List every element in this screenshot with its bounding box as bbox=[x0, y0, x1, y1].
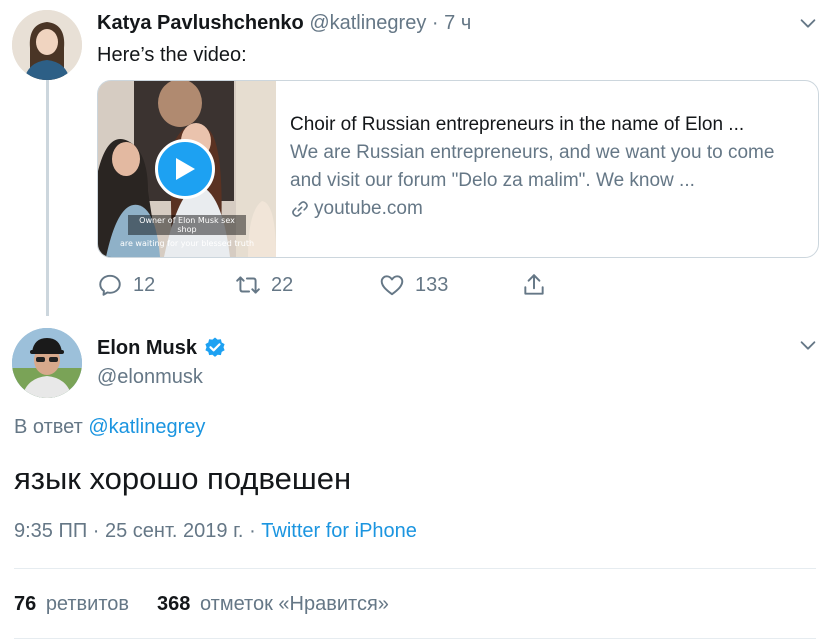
avatar[interactable] bbox=[12, 10, 82, 80]
like-count: 133 bbox=[415, 273, 449, 296]
tweet-source[interactable]: Twitter for iPhone bbox=[261, 520, 417, 542]
share-button[interactable] bbox=[521, 272, 547, 298]
card-description: We are Russian entrepreneurs, and we wan… bbox=[290, 142, 775, 191]
thumbnail-caption: Owner of Elon Musk sex shop bbox=[128, 215, 246, 235]
reply-button[interactable]: 12 bbox=[97, 272, 235, 298]
retweets-count: 76 bbox=[14, 593, 37, 615]
reply-count: 12 bbox=[133, 273, 156, 296]
verified-badge-icon bbox=[205, 337, 225, 357]
thread-connector bbox=[46, 80, 49, 316]
reply-context: В ответ @katlinegrey bbox=[14, 414, 205, 440]
chevron-down-icon[interactable] bbox=[797, 12, 819, 34]
tweet-author: Elon Musk bbox=[97, 335, 227, 361]
author-name[interactable]: Katya Pavlushchenko bbox=[97, 12, 304, 34]
reply-icon bbox=[99, 274, 121, 296]
retweet-count: 22 bbox=[271, 273, 294, 296]
retweets-label: ретвитов bbox=[45, 593, 130, 615]
tweet-meta: 9:35 ПП · 25 сент. 2019 г. · Twitter for… bbox=[14, 518, 417, 544]
like-button[interactable]: 133 bbox=[379, 272, 521, 298]
reply-to-handle[interactable]: @katlinegrey bbox=[88, 416, 205, 438]
play-icon bbox=[176, 158, 195, 180]
likes-stat[interactable]: 368 отметок «Нравится» bbox=[157, 591, 389, 617]
video-thumbnail[interactable]: Owner of Elon Musk sex shop are waiting … bbox=[98, 81, 276, 257]
retweet-button[interactable]: 22 bbox=[235, 272, 379, 298]
likes-label: отметок «Нравится» bbox=[199, 593, 389, 615]
card-domain-text: youtube.com bbox=[314, 198, 423, 219]
play-button[interactable] bbox=[155, 139, 215, 199]
reply-prefix: В ответ bbox=[14, 416, 83, 438]
author-handle[interactable]: @katlinegrey bbox=[309, 12, 426, 34]
author-handle[interactable]: @elonmusk bbox=[97, 364, 203, 390]
tweet-actions: 12 22 133 bbox=[97, 272, 547, 298]
avatar[interactable] bbox=[12, 328, 82, 398]
header-separator: · bbox=[431, 12, 439, 34]
retweet-icon bbox=[236, 276, 260, 294]
likes-count: 368 bbox=[157, 593, 191, 615]
link-card[interactable]: Owner of Elon Musk sex shop are waiting … bbox=[97, 80, 819, 258]
author-name[interactable]: Elon Musk bbox=[97, 335, 197, 361]
share-icon bbox=[524, 274, 544, 295]
tweet-text: Here’s the video: bbox=[97, 44, 247, 66]
tweet-text: язык хорошо подвешен bbox=[14, 461, 352, 496]
thumbnail-subtitle: are waiting for your blessed truth bbox=[119, 239, 255, 248]
card-domain: youtube.com bbox=[290, 195, 802, 223]
card-body[interactable]: Choir of Russian entrepreneurs in the na… bbox=[276, 81, 818, 257]
card-title: Choir of Russian entrepreneurs in the na… bbox=[290, 114, 745, 135]
divider bbox=[14, 568, 816, 569]
divider bbox=[14, 638, 816, 639]
link-icon bbox=[292, 201, 308, 217]
tweet-time[interactable]: 7 ч bbox=[444, 12, 471, 34]
chevron-down-icon[interactable] bbox=[797, 334, 819, 356]
avatar-elon-image bbox=[12, 328, 82, 398]
tweet-stats: 76 ретвитов 368 отметок «Нравится» bbox=[14, 591, 389, 617]
meta-separator: · bbox=[249, 520, 256, 542]
avatar-katya-image bbox=[12, 10, 82, 80]
tweet-timestamp[interactable]: 9:35 ПП · 25 сент. 2019 г. bbox=[14, 520, 244, 542]
tweet-header: Katya Pavlushchenko @katlinegrey · 7 ч bbox=[97, 10, 471, 36]
like-icon bbox=[380, 275, 404, 296]
retweets-stat[interactable]: 76 ретвитов bbox=[14, 591, 129, 617]
